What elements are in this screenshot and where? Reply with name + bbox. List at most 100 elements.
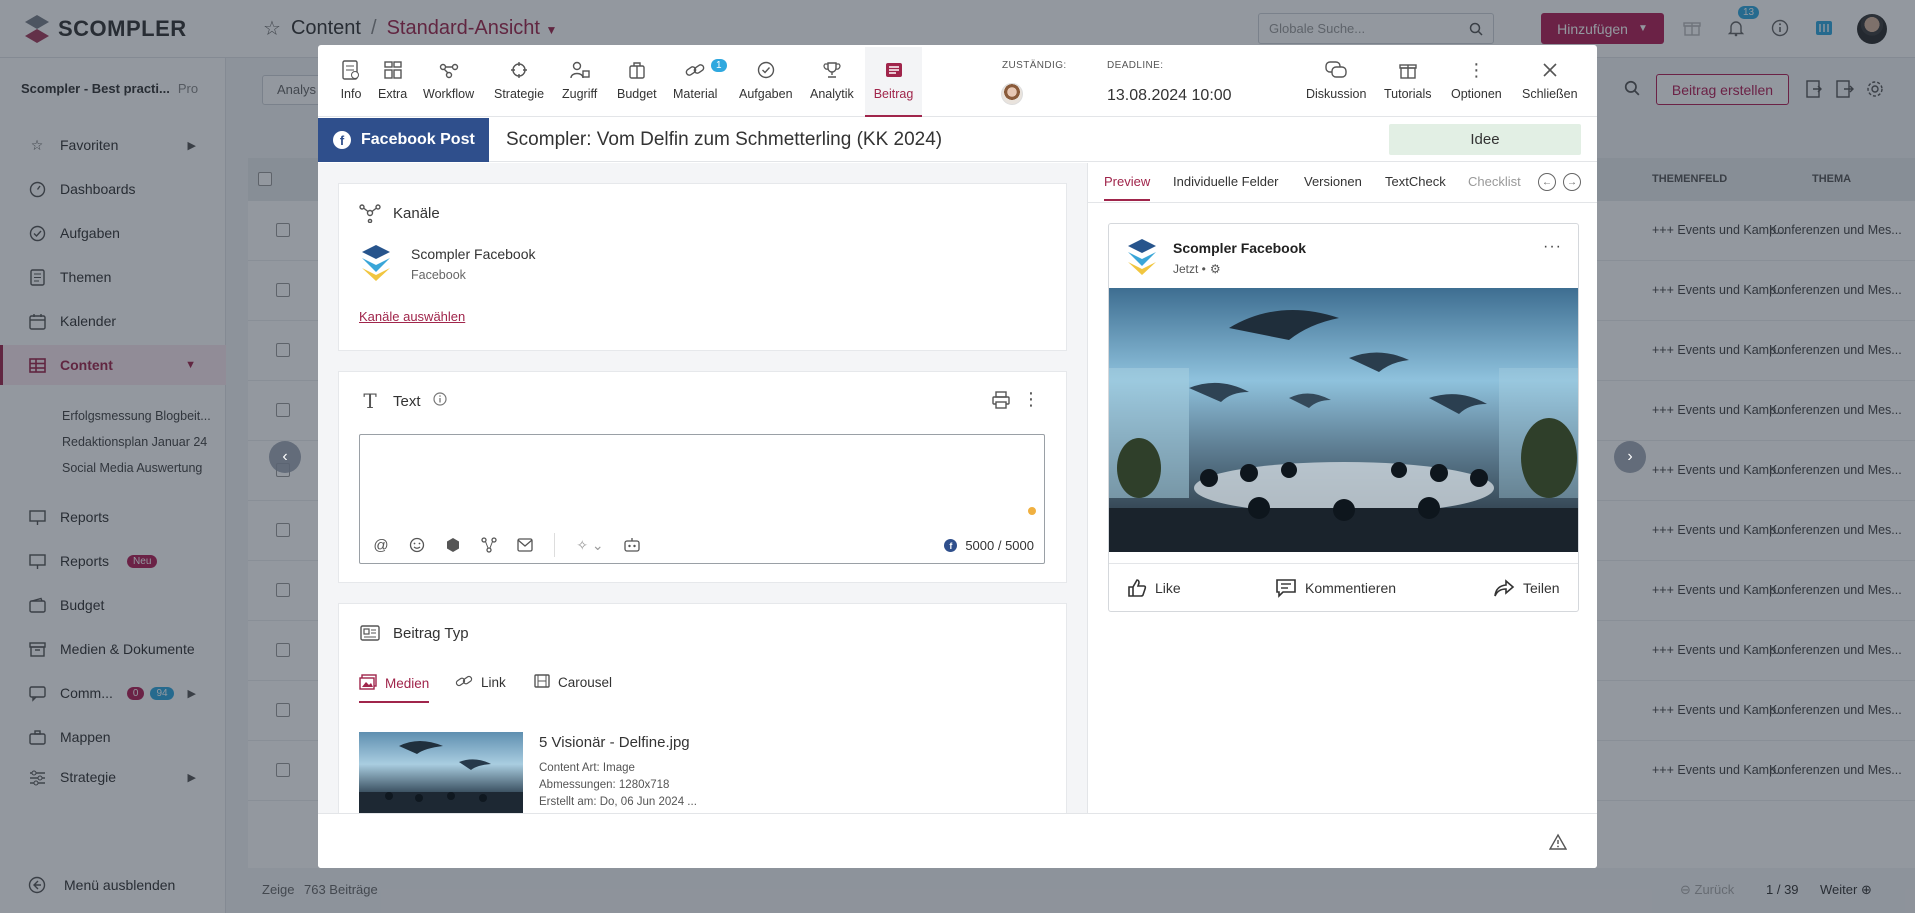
tab-carousel[interactable]: Carousel (534, 674, 612, 699)
comment-label: Kommentieren (1305, 580, 1397, 596)
more-vertical-icon[interactable]: ⋮ (1022, 389, 1040, 410)
like-label: Like (1155, 580, 1181, 596)
next-item-button[interactable]: › (1614, 441, 1646, 473)
thumbs-up-icon (1128, 579, 1147, 597)
status-badge[interactable]: Idee (1389, 124, 1581, 155)
action-label: Schließen (1522, 87, 1578, 101)
text-card: T Text ⋮ @ ✧ ⌄ f 5000 / 5000 (338, 371, 1067, 583)
preview-time-text: Jetzt • (1173, 262, 1206, 276)
tab-label: Info (340, 87, 362, 101)
preview-actions: Like Kommentieren Teilen (1109, 563, 1578, 611)
channel-name: Scompler Facebook (411, 246, 536, 262)
facebook-icon: f (333, 131, 351, 149)
share-action[interactable]: Teilen (1493, 578, 1560, 598)
share-arrow-icon (1494, 579, 1515, 597)
share-nodes-icon[interactable] (478, 534, 500, 556)
check-circle-icon (755, 59, 777, 81)
tab-link[interactable]: Link (455, 674, 506, 699)
channels-card: Kanäle Scompler Facebook Facebook Kanäle… (338, 183, 1067, 351)
character-count-value: 5000 / 5000 (965, 538, 1034, 553)
tab-individual-fields[interactable]: Individuelle Felder (1173, 174, 1279, 199)
tab-versions[interactable]: Versionen (1304, 174, 1362, 199)
info-icon[interactable] (432, 392, 447, 410)
media-dimensions: Abmessungen: 1280x718 (539, 779, 670, 791)
action-label: Tutorials (1384, 87, 1432, 101)
emoji-icon[interactable] (406, 534, 428, 556)
print-icon[interactable] (992, 391, 1010, 412)
tab-textcheck[interactable]: TextCheck (1385, 174, 1446, 199)
warning-icon[interactable] (1549, 833, 1567, 851)
newspaper-icon (883, 59, 905, 81)
toolbar-divider (554, 533, 555, 557)
ai-robot-icon[interactable] (621, 534, 643, 556)
tab-extra[interactable]: Extra (378, 59, 407, 117)
arrow-right-icon[interactable]: → (1563, 173, 1581, 191)
tab-analytik[interactable]: Analytik (810, 59, 854, 117)
text-type-icon: T (363, 389, 377, 413)
info-doc-icon (340, 59, 362, 81)
deadline-label: DEADLINE: (1107, 60, 1164, 71)
link-icon (684, 59, 706, 81)
channels-heading: Kanäle (359, 202, 440, 224)
post-detail-modal: Info Extra Workflow Strategie Zugriff Bu… (318, 45, 1597, 868)
post-title[interactable]: Scompler: Vom Delfin zum Schmetterling (… (506, 129, 942, 151)
tab-beitrag[interactable]: Beitrag (865, 47, 922, 117)
newspaper-icon (359, 622, 381, 644)
magic-wand-icon[interactable]: ✧ ⌄ (573, 534, 607, 556)
action-label: Diskussion (1306, 87, 1367, 101)
arrow-left-icon[interactable]: ← (1538, 173, 1556, 191)
post-text-editor[interactable]: @ ✧ ⌄ f 5000 / 5000 (359, 434, 1045, 564)
tutorials-button[interactable]: Tutorials (1384, 59, 1431, 117)
grid-icon (382, 59, 404, 81)
media-thumbnail[interactable] (359, 732, 523, 813)
deadline-value[interactable]: 13.08.2024 10:00 (1107, 87, 1232, 105)
post-type-card: Beitrag Typ Medien Link Carousel 5 Visio… (338, 603, 1067, 813)
tab-workflow[interactable]: Workflow (423, 59, 474, 117)
channels-title: Kanäle (393, 204, 440, 222)
share-label: Teilen (1523, 580, 1560, 596)
preview-timestamp: Jetzt • ⚙ (1173, 262, 1221, 276)
tab-medien[interactable]: Medien (359, 674, 430, 703)
tab-budget[interactable]: Budget (617, 59, 657, 117)
assignee-avatar[interactable] (1001, 83, 1023, 105)
workflow-icon (438, 59, 460, 81)
modal-footer (318, 813, 1597, 868)
tab-info[interactable]: Info (340, 59, 362, 117)
tab-label: Medien (385, 676, 430, 691)
action-label: Optionen (1451, 87, 1502, 101)
more-horizontal-icon[interactable]: ··· (1543, 238, 1562, 256)
gear-icon: ⚙ (1209, 262, 1221, 276)
preview-page-name: Scompler Facebook (1173, 240, 1307, 256)
tab-checklist[interactable]: Checklist (1468, 174, 1522, 199)
tab-material[interactable]: 1 Material (673, 59, 727, 117)
tab-label: Aufgaben (739, 87, 793, 101)
wallet-icon (626, 59, 648, 81)
comment-action[interactable]: Kommentieren (1275, 578, 1396, 598)
editor-pane: Kanäle Scompler Facebook Facebook Kanäle… (318, 163, 1087, 813)
media-filename[interactable]: 5 Visionär - Delfine.jpg (539, 734, 690, 751)
network-icon (359, 202, 381, 224)
close-button[interactable]: Schließen (1522, 59, 1578, 117)
images-icon (359, 674, 377, 693)
choose-channels-link[interactable]: Kanäle auswählen (359, 309, 465, 324)
editor-toolbar: @ ✧ ⌄ (360, 527, 1044, 563)
previous-item-button[interactable]: ‹ (269, 441, 301, 473)
tab-preview[interactable]: Preview (1104, 174, 1151, 201)
tab-zugriff[interactable]: Zugriff (562, 59, 597, 117)
like-action[interactable]: Like (1127, 578, 1181, 598)
post-type-title: Beitrag Typ (393, 624, 469, 642)
discussion-button[interactable]: Diskussion (1306, 59, 1366, 117)
film-icon (534, 674, 550, 691)
tab-label: Extra (378, 87, 408, 101)
tab-strategie[interactable]: Strategie (494, 59, 544, 117)
options-button[interactable]: ⋮ Optionen (1451, 59, 1502, 117)
tab-label: Workflow (423, 87, 475, 101)
comment-icon (1276, 579, 1296, 598)
tab-aufgaben[interactable]: Aufgaben (739, 59, 793, 117)
tab-label: Material (673, 87, 718, 101)
modal-header: f Facebook Post Scompler: Vom Delfin zum… (318, 118, 1597, 162)
hexagon-icon[interactable] (442, 534, 464, 556)
material-count-badge: 1 (711, 59, 727, 72)
mention-icon[interactable]: @ (370, 534, 392, 556)
envelope-icon[interactable] (514, 534, 536, 556)
